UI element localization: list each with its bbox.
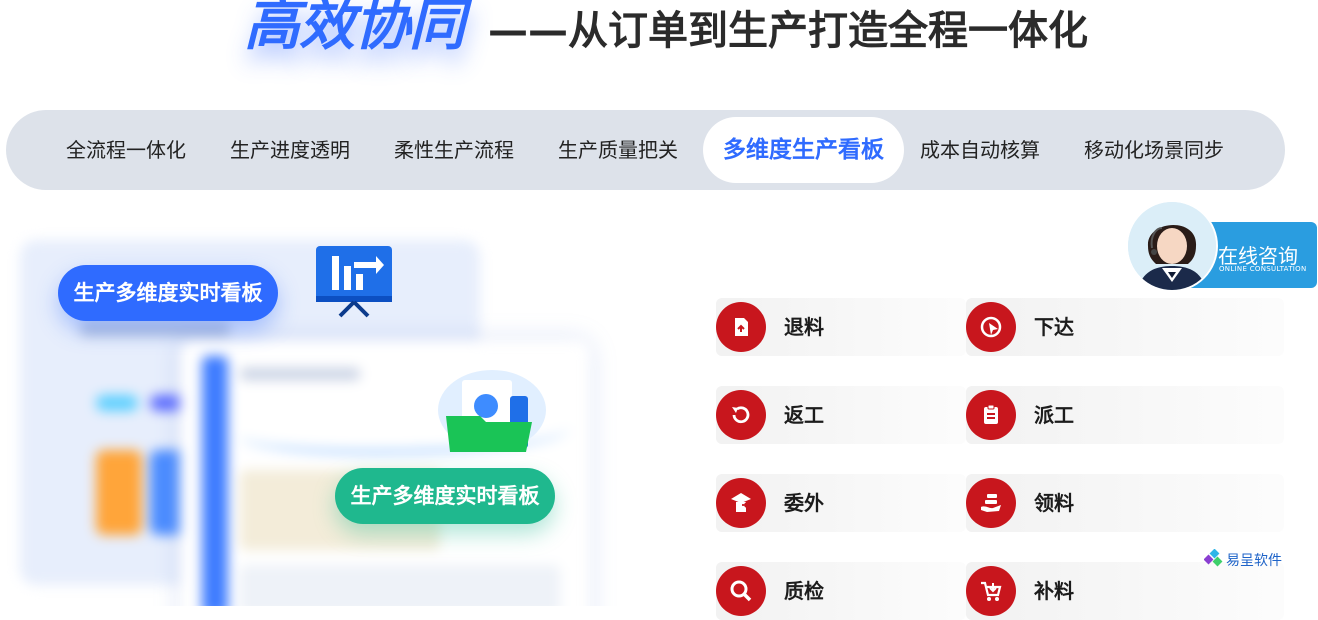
- feature-item-outsource[interactable]: 委外: [716, 474, 966, 532]
- outsource-icon: [716, 478, 766, 528]
- tab-multidim-board[interactable]: 多维度生产看板: [703, 117, 904, 183]
- agent-avatar: [1126, 200, 1218, 292]
- feature-label: 下达: [1034, 315, 1074, 339]
- tab-cost-accounting[interactable]: 成本自动核算: [920, 110, 1040, 190]
- receive-material-icon: [966, 478, 1016, 528]
- realtime-board-label-green: 生产多维度实时看板: [335, 468, 555, 524]
- presentation-board-icon: [316, 246, 392, 318]
- tab-mobile-sync[interactable]: 移动化场景同步: [1084, 110, 1224, 190]
- dashboard-illustration: 生产多维度实时看板 生产多维度实时看板: [0, 200, 620, 606]
- replenish-material-icon: [966, 566, 1016, 616]
- brand-logo: 易呈软件: [1204, 546, 1304, 572]
- tab-flexible-production[interactable]: 柔性生产流程: [394, 110, 514, 190]
- feature-item-receive-material[interactable]: 领料: [966, 474, 1284, 532]
- feature-label: 领料: [1034, 491, 1074, 515]
- feature-item-assign-work[interactable]: 派工: [966, 386, 1284, 444]
- feature-label: 返工: [784, 403, 824, 427]
- page-headline: 高效协同 ——从订单到生产打造全程一体化: [0, 0, 1318, 70]
- headline-subtitle: ——从订单到生产打造全程一体化: [488, 8, 1088, 54]
- feature-label: 补料: [1034, 579, 1074, 603]
- tab-progress-transparency[interactable]: 生产进度透明: [230, 110, 350, 190]
- feature-item-rework[interactable]: 返工: [716, 386, 966, 444]
- brand-name: 易呈软件: [1226, 553, 1282, 569]
- realtime-board-label-blue: 生产多维度实时看板: [58, 265, 278, 321]
- feature-label: 退料: [784, 315, 824, 339]
- feature-item-dispatch[interactable]: 下达: [966, 298, 1284, 356]
- assign-work-icon: [966, 390, 1016, 440]
- tab-quality-control[interactable]: 生产质量把关: [558, 110, 678, 190]
- feature-label: 派工: [1034, 403, 1074, 427]
- folder-document-icon: [438, 370, 546, 452]
- rework-icon: [716, 390, 766, 440]
- brand-mark-icon: [1204, 549, 1223, 567]
- dispatch-icon: [966, 302, 1016, 352]
- feature-label: 质检: [784, 579, 824, 603]
- return-material-icon: [716, 302, 766, 352]
- consult-subtitle: ONLINE CONSULTATION: [1219, 265, 1307, 273]
- feature-item-return-material[interactable]: 退料: [716, 298, 966, 356]
- feature-label: 委外: [784, 491, 824, 515]
- quality-inspection-icon: [716, 566, 766, 616]
- headline-emphasis: 高效协同: [244, 0, 465, 58]
- tab-full-process[interactable]: 全流程一体化: [66, 110, 186, 190]
- feature-item-quality-inspection[interactable]: 质检: [716, 562, 966, 620]
- online-consultation-widget[interactable]: 在线咨询 ONLINE CONSULTATION: [1126, 200, 1318, 292]
- feature-tab-bar: 全流程一体化 生产进度透明 柔性生产流程 生产质量把关 多维度生产看板 成本自动…: [6, 110, 1285, 190]
